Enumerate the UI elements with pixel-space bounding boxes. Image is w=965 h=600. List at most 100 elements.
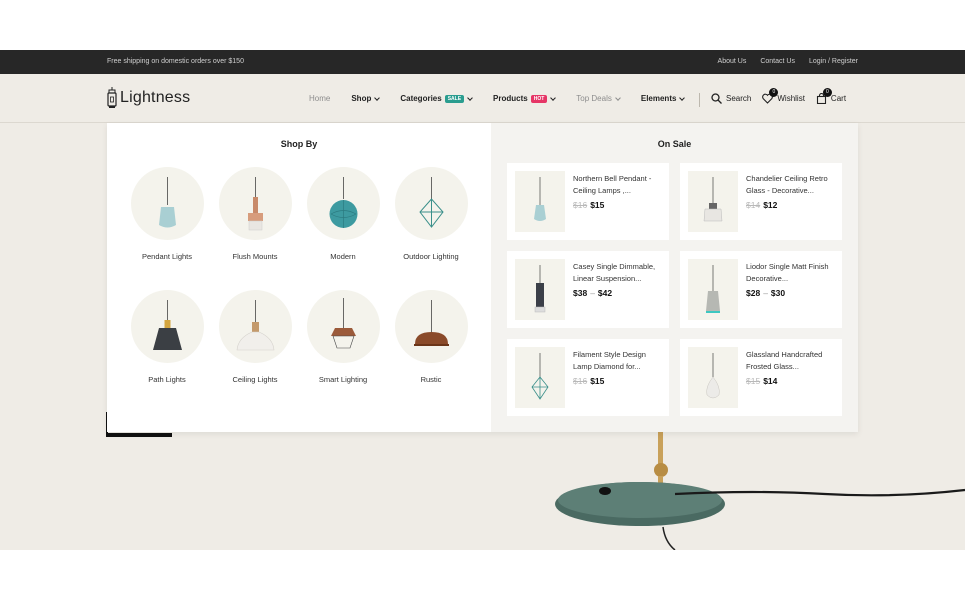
- logo[interactable]: Lightness: [107, 87, 190, 109]
- product-price: $16 $15: [573, 200, 604, 210]
- product-card[interactable]: Northern Bell Pendant - Ceiling Lamps ,.…: [507, 163, 669, 240]
- old-price: $14: [746, 200, 761, 210]
- product-name: Glassland Handcrafted Frosted Glass...: [746, 350, 823, 371]
- outdoor-lamp-icon: [418, 177, 444, 228]
- product-card[interactable]: Chandelier Ceiling Retro Glass - Decorat…: [680, 163, 842, 240]
- category-image: [306, 290, 380, 363]
- category-outdoor-lighting[interactable]: Outdoor Lighting: [386, 167, 476, 261]
- cart-count: 0: [822, 88, 832, 97]
- sale-badge: SALE: [444, 94, 465, 103]
- category-image: [130, 290, 204, 363]
- top-bar: Free shipping on domestic orders over $1…: [0, 50, 965, 74]
- nav-products[interactable]: Products HOT: [493, 94, 557, 103]
- on-sale-panel: On Sale Northern Bell Pendant - Ceiling …: [491, 123, 858, 432]
- smart-lamp-icon: [330, 298, 356, 349]
- category-image: [130, 167, 204, 240]
- chevron-down-icon: [550, 94, 557, 101]
- contact-us-link[interactable]: Contact Us: [760, 58, 795, 65]
- chevron-down-icon: [615, 94, 621, 101]
- on-sale-title: On Sale: [657, 139, 692, 149]
- nav-elements[interactable]: Elements: [640, 94, 686, 103]
- pendant-lamp-icon: [534, 177, 546, 221]
- chevron-down-icon: [467, 94, 473, 101]
- pendant-lamp-icon: [158, 177, 176, 228]
- product-thumbnail: [515, 171, 565, 232]
- nav-shop[interactable]: Shop: [351, 94, 381, 103]
- sale-price: $12: [763, 200, 778, 210]
- product-name: Chandelier Ceiling Retro Glass - Decorat…: [746, 174, 828, 195]
- product-card[interactable]: Glassland Handcrafted Frosted Glass... $…: [680, 339, 842, 416]
- wishlist-icon-wrap: 0: [762, 88, 779, 104]
- old-price: $15: [746, 376, 761, 386]
- nav-home[interactable]: Home: [309, 94, 330, 103]
- search-button[interactable]: Search: [711, 93, 751, 104]
- nav-categories[interactable]: Categories SALE: [400, 94, 473, 103]
- ceiling-lamp-icon: [236, 300, 274, 351]
- nav-top-deals[interactable]: Top Deals: [576, 94, 621, 103]
- category-ceiling-lights[interactable]: Ceiling Lights: [210, 290, 300, 384]
- sale-price: $15: [590, 376, 605, 386]
- old-price: $16: [573, 200, 588, 210]
- nav-label: Shop: [351, 94, 372, 103]
- chevron-down-icon: [374, 94, 381, 101]
- old-price: $16: [573, 376, 588, 386]
- nav-label: Top Deals: [576, 94, 612, 103]
- sale-price: $14: [763, 376, 778, 386]
- wishlist-label: Wishlist: [777, 94, 805, 103]
- rustic-lamp-icon: [413, 300, 449, 346]
- header-divider: [699, 93, 700, 107]
- shipping-notice: Free shipping on domestic orders over $1…: [107, 58, 244, 65]
- site-header: Lightness Home Shop Categories SALE Prod…: [0, 74, 965, 123]
- category-image: [394, 167, 468, 240]
- category-pendant-lights[interactable]: Pendant Lights: [122, 167, 212, 261]
- category-modern[interactable]: Modern: [298, 167, 388, 261]
- category-flush-mounts[interactable]: Flush Mounts: [210, 167, 300, 261]
- diamond-lamp-icon: [531, 353, 549, 400]
- frosted-glass-lamp-icon: [706, 353, 720, 399]
- search-label: Search: [726, 94, 752, 103]
- category-smart-lighting[interactable]: Smart Lighting: [298, 290, 388, 384]
- product-name: Filament Style Design Lamp Diamond for..…: [573, 350, 646, 371]
- about-us-link[interactable]: About Us: [718, 58, 747, 65]
- product-card[interactable]: Filament Style Design Lamp Diamond for..…: [507, 339, 669, 416]
- path-lamp-icon: [152, 300, 182, 350]
- category-label: Smart Lighting: [318, 375, 368, 384]
- product-card[interactable]: Liodor Single Matt Finish Decorative... …: [680, 251, 842, 328]
- mega-menu: Shop By Pendant Lights Flush Mounts Mode…: [107, 123, 858, 432]
- product-price: $38– $42: [573, 288, 612, 298]
- price-separator: –: [590, 288, 595, 298]
- category-image: [394, 290, 468, 363]
- category-label: Ceiling Lights: [232, 375, 278, 384]
- category-label: Modern: [330, 252, 356, 261]
- sale-price: $15: [590, 200, 605, 210]
- price-max: $30: [770, 288, 786, 298]
- product-card[interactable]: Casey Single Dimmable, Linear Suspension…: [507, 251, 669, 328]
- header-tools: Search 0 Wishlist 0 Cart: [711, 88, 857, 105]
- product-thumbnail: [515, 259, 565, 320]
- category-label: Outdoor Lighting: [403, 252, 459, 261]
- nav-label: Elements: [640, 94, 677, 103]
- nav-label: Home: [309, 94, 331, 103]
- chandelier-lamp-icon: [703, 177, 723, 222]
- product-price: $16 $15: [573, 376, 604, 386]
- product-thumbnail: [688, 347, 738, 408]
- category-rustic[interactable]: Rustic: [386, 290, 476, 384]
- login-register-link[interactable]: Login / Register: [809, 58, 858, 65]
- category-image: [306, 167, 380, 240]
- product-price: $15 $14: [746, 376, 777, 386]
- product-thumbnail: [515, 347, 565, 408]
- flush-mount-icon: [247, 177, 263, 231]
- cart-button[interactable]: 0 Cart: [816, 88, 846, 105]
- modern-lamp-icon: [329, 177, 357, 228]
- category-path-lights[interactable]: Path Lights: [122, 290, 212, 384]
- product-name: Northern Bell Pendant - Ceiling Lamps ,.…: [573, 174, 652, 195]
- product-price: $14 $12: [746, 200, 777, 210]
- category-label: Path Lights: [148, 375, 186, 384]
- wishlist-button[interactable]: 0 Wishlist: [762, 88, 805, 104]
- top-links: About Us Contact Us Login / Register: [718, 58, 858, 65]
- nav-label: Products: [493, 94, 528, 103]
- suspension-lamp-icon: [534, 265, 546, 313]
- search-icon: [711, 93, 722, 104]
- category-image: [218, 290, 292, 363]
- category-label: Pendant Lights: [141, 252, 193, 261]
